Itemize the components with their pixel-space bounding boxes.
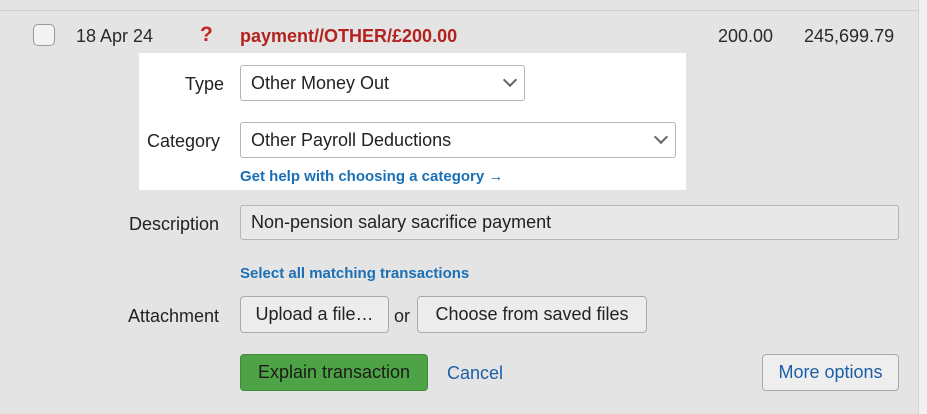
transaction-balance: 245,699.79 <box>804 26 895 46</box>
choose-saved-files-button[interactable]: Choose from saved files <box>417 296 647 333</box>
transaction-select-checkbox[interactable] <box>33 24 55 46</box>
transaction-amount: 200.00 <box>718 26 774 46</box>
category-select[interactable]: Other Payroll Deductions <box>240 122 676 158</box>
chevron-down-icon <box>653 129 669 145</box>
description-input[interactable]: Non-pension salary sacrifice payment <box>240 205 899 240</box>
type-select[interactable]: Other Money Out <box>240 65 525 101</box>
select-matching-transactions-link[interactable]: Select all matching transactions <box>240 265 469 282</box>
upload-file-button[interactable]: Upload a file… <box>240 296 389 333</box>
transaction-date: 18 Apr 24 <box>76 26 154 46</box>
type-label: Type <box>185 74 225 94</box>
unexplained-status-icon: ? <box>200 23 213 46</box>
category-label: Category <box>147 131 221 151</box>
transaction-description: payment//OTHER/£200.00 <box>240 26 458 46</box>
description-label: Description <box>129 214 220 234</box>
or-text: or <box>394 306 411 326</box>
more-options-button[interactable]: More options <box>762 354 899 391</box>
cancel-link[interactable]: Cancel <box>447 363 503 384</box>
explain-transaction-button[interactable]: Explain transaction <box>240 354 428 391</box>
chevron-down-icon <box>502 72 518 88</box>
category-select-value: Other Payroll Deductions <box>251 130 452 150</box>
type-select-value: Other Money Out <box>251 73 390 93</box>
row-divider <box>0 10 918 11</box>
category-help-link[interactable]: Get help with choosing a category → <box>240 168 503 185</box>
attachment-label: Attachment <box>128 306 220 326</box>
scrollbar-track[interactable] <box>918 0 927 414</box>
